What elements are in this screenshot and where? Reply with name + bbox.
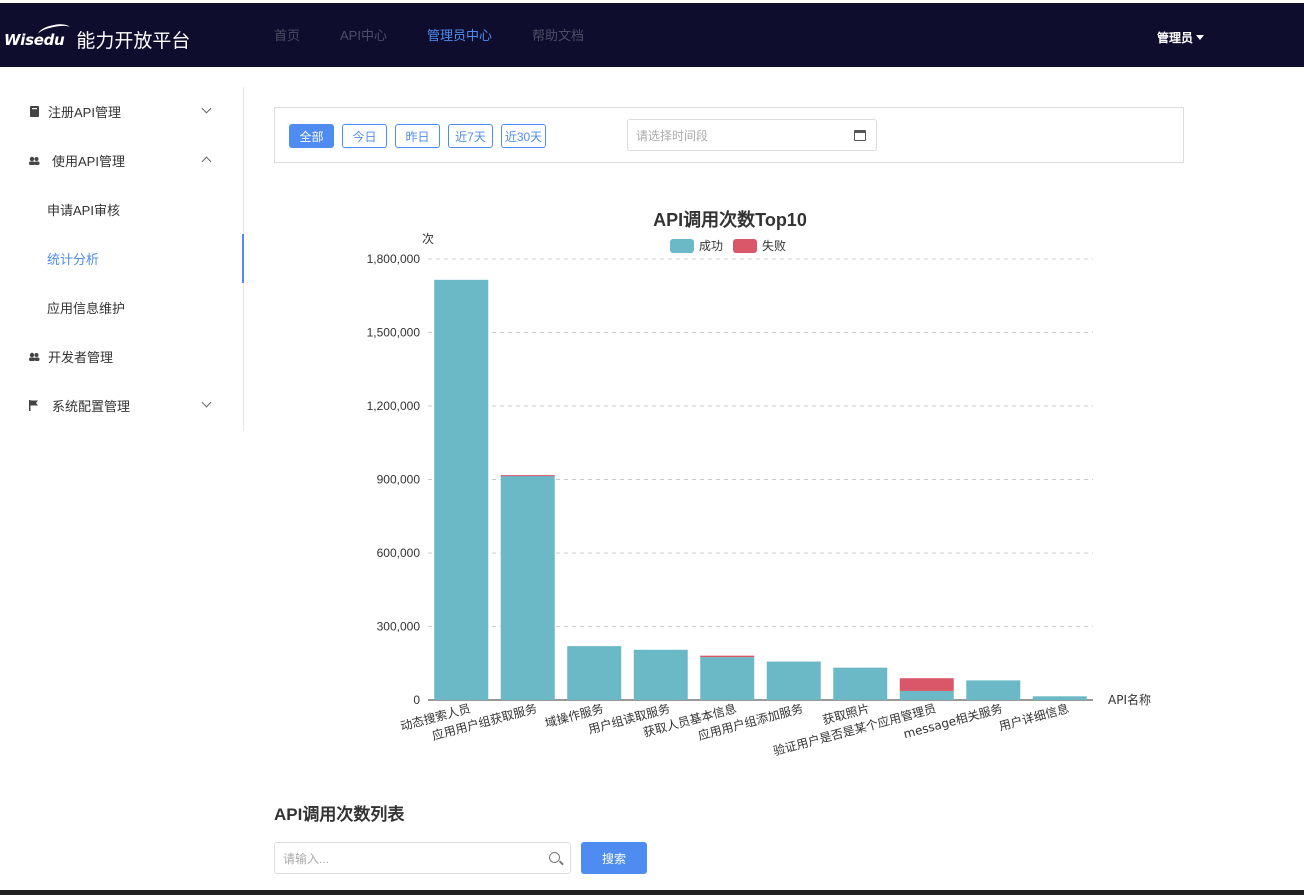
bar-success (766, 661, 821, 700)
y-tick-label: 1,500,000 (367, 326, 421, 340)
search-placeholder: 请输入... (283, 851, 330, 866)
bar-success (966, 680, 1021, 700)
y-tick-label: 900,000 (377, 473, 421, 487)
bar-failure (700, 655, 755, 658)
search-input[interactable]: 请输入... (274, 842, 571, 874)
y-tick-label: 300,000 (377, 620, 421, 634)
bar-failure (899, 678, 954, 691)
x-tick-label: 用户详细信息 (997, 700, 1070, 733)
bar-success (633, 649, 688, 700)
y-tick-label: 600,000 (377, 546, 421, 560)
y-tick-label: 0 (413, 693, 420, 707)
bar-success (1032, 696, 1087, 700)
y-axis-label: 次 (422, 232, 434, 246)
y-tick-label: 1,200,000 (367, 399, 421, 413)
bottom-strip (0, 890, 1304, 895)
bar-success (899, 690, 954, 700)
search-icon (549, 852, 560, 863)
x-axis-label: API名称 (1108, 692, 1151, 707)
bar-success (434, 279, 489, 700)
bar-failure (500, 475, 555, 477)
y-tick-label: 1,800,000 (367, 252, 421, 266)
bar-success (700, 657, 755, 700)
bar-success (833, 667, 888, 700)
bar-success (500, 475, 555, 700)
list-title: API调用次数列表 (274, 805, 405, 824)
bar-success (567, 646, 622, 700)
bar-chart: 0 300,000 600,000 900,000 1,200,000 1,500,000… (367, 232, 1151, 758)
search-button[interactable]: 搜索 (581, 842, 647, 874)
